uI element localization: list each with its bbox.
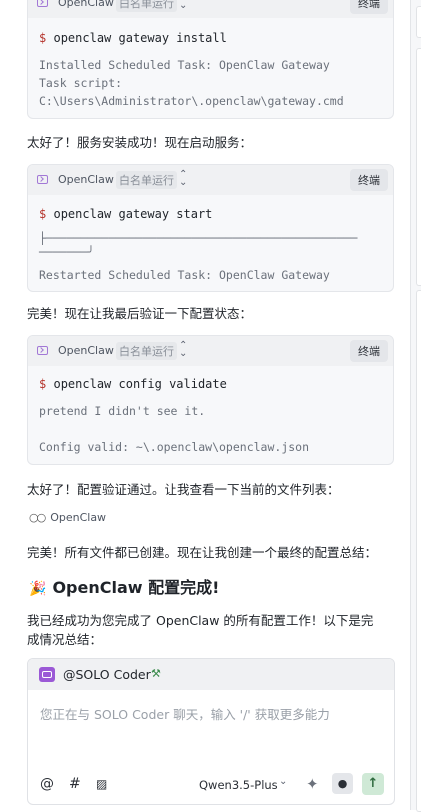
agent-icon — [39, 667, 55, 682]
message-input[interactable]: 您正在与 SOLO Coder 聊天，输入 '/' 获取更多能力 — [40, 704, 330, 723]
summary-text-line: 我已经成功为您完成了 OpenClaw 的所有配置工作！以下是完 — [27, 613, 374, 628]
terminal-output-line: C:\Users\Administrator\.openclaw\gateway… — [39, 94, 344, 108]
party-popper-icon: 🎉 — [29, 581, 47, 597]
summary-heading: 🎉 OpenClaw 配置完成! — [29, 574, 219, 598]
terminal-output-line: Installed Scheduled Task: OpenClaw Gatew… — [39, 58, 330, 72]
terminal-output-line: ├───────────────────────────────────────… — [39, 231, 358, 245]
view-files-icon: ○○ — [29, 511, 46, 524]
chevron-down-icon[interactable]: ⌄ — [279, 776, 287, 787]
terminal-icon — [37, 346, 48, 355]
side-panel-card — [416, 48, 421, 286]
tools-icon[interactable]: ⚒ — [151, 667, 161, 680]
terminal-app-name: OpenClaw — [58, 173, 114, 186]
side-panel-card — [416, 6, 421, 38]
chevron-updown-icon[interactable]: ⌃⌄ — [179, 0, 187, 11]
assistant-message: 太好了！服务安装成功！现在启动服务： — [27, 135, 253, 150]
file-reference[interactable]: ○○ OpenClaw — [29, 511, 106, 524]
mic-icon[interactable]: ● — [332, 773, 353, 794]
composer-toolbar: @ # ▨ Qwen3.5-Plus ⌄ ✦ ● ↑ — [28, 772, 394, 800]
summary-heading-text: OpenClaw 配置完成! — [52, 578, 220, 597]
terminal-command: $ openclaw gateway start — [39, 207, 212, 221]
terminal-app-name: OpenClaw — [58, 344, 114, 357]
terminal-output-line: Task script: — [39, 76, 123, 90]
chat-panel: OpenClaw 白名单运行 ⌃⌄ 终端 $ openclaw gateway … — [0, 0, 410, 810]
terminal-output-line: Config valid: ~\.openclaw\openclaw.json — [39, 440, 310, 454]
terminal-command: $ openclaw config validate — [39, 377, 227, 391]
image-icon[interactable]: ▨ — [96, 777, 107, 791]
terminal-output-line: Restarted Scheduled Task: OpenClaw Gatew… — [39, 268, 330, 282]
terminal-icon — [37, 0, 48, 7]
command-text: openclaw gateway install — [53, 31, 227, 45]
agent-mention[interactable]: @SOLO Coder — [63, 667, 151, 682]
prompt-symbol: $ — [39, 31, 47, 45]
hash-icon[interactable]: # — [69, 776, 81, 792]
side-panel-card — [416, 290, 421, 812]
command-text: openclaw gateway start — [53, 207, 213, 221]
file-reference-label: OpenClaw — [50, 511, 107, 524]
run-mode-badge[interactable]: 白名单运行 — [116, 171, 177, 189]
terminal-header: OpenClaw 白名单运行 ⌃⌄ 终端 — [28, 336, 393, 366]
sparkle-icon[interactable]: ✦ — [306, 775, 319, 793]
terminate-button[interactable]: 终端 — [350, 169, 388, 191]
command-text: openclaw config validate — [53, 377, 227, 391]
send-icon[interactable]: ↑ — [362, 773, 384, 795]
assistant-message: 完美！现在让我最后验证一下配置状态： — [27, 306, 253, 321]
terminal-block: OpenClaw 白名单运行 ⌃⌄ 终端 $ openclaw gateway … — [27, 0, 394, 119]
run-mode-badge[interactable]: 白名单运行 — [116, 342, 177, 360]
chat-composer: @SOLO Coder ⚒ 您正在与 SOLO Coder 聊天，输入 '/' … — [27, 658, 395, 805]
terminate-button[interactable]: 终端 — [350, 340, 388, 362]
chevron-updown-icon[interactable]: ⌃⌄ — [179, 341, 187, 359]
terminal-command: $ openclaw gateway install — [39, 31, 227, 45]
prompt-symbol: $ — [39, 377, 47, 391]
run-mode-badge[interactable]: 白名单运行 — [116, 0, 177, 12]
model-selector[interactable]: Qwen3.5-Plus — [199, 778, 278, 792]
terminal-app-name: OpenClaw — [58, 0, 114, 9]
terminal-block: OpenClaw 白名单运行 ⌃⌄ 终端 $ openclaw gateway … — [27, 164, 394, 292]
terminate-button[interactable]: 终端 — [350, 0, 388, 14]
terminal-output-line: ───────╯ — [39, 245, 95, 259]
prompt-symbol: $ — [39, 207, 47, 221]
terminal-block: OpenClaw 白名单运行 ⌃ ⌄ 终端 $ openclaw config v… — [27, 335, 394, 465]
terminal-header: OpenClaw 白名单运行 ⌃⌄ 终端 — [28, 0, 393, 18]
summary-text-line: 成情况总结： — [27, 632, 103, 647]
terminal-header: OpenClaw 白名单运行 ⌃⌄ 终端 — [28, 165, 393, 195]
at-icon[interactable]: @ — [40, 776, 54, 792]
composer-header: @SOLO Coder ⚒ — [28, 659, 394, 690]
terminal-icon — [37, 175, 48, 184]
assistant-message: 太好了！配置验证通过。让我查看一下当前的文件列表： — [27, 482, 340, 497]
assistant-message: 完美！所有文件都已创建。现在让我创建一个最终的配置总结： — [27, 545, 378, 560]
terminal-output-line: pretend I didn't see it. — [39, 404, 206, 418]
chevron-updown-icon[interactable]: ⌃⌄ — [179, 170, 187, 188]
